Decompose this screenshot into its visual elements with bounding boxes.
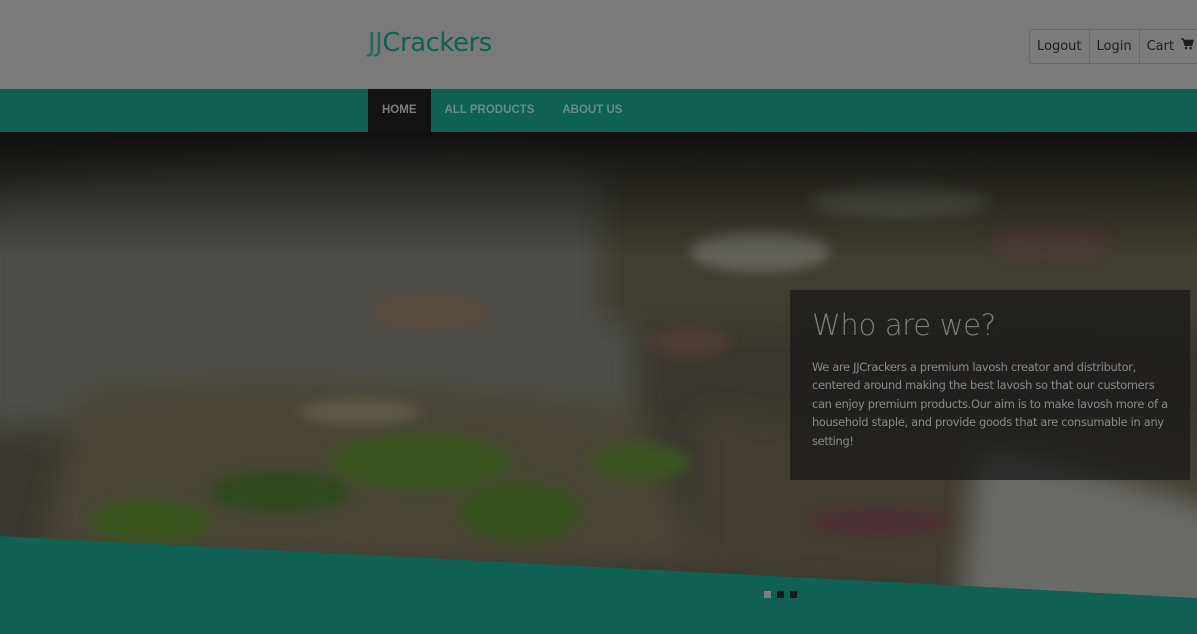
logo-prefix: JJ — [368, 28, 383, 58]
main-nav: HOME ALL PRODUCTS ABOUT US — [0, 89, 1197, 132]
carousel-dot[interactable] — [777, 591, 784, 598]
logo-name: Crackers — [382, 28, 492, 58]
nav-list: HOME ALL PRODUCTS ABOUT US — [368, 89, 636, 132]
carousel-dot[interactable] — [790, 591, 797, 598]
hero-carousel: Who are we? We are JJCrackers a premium … — [0, 132, 1197, 634]
logout-button[interactable]: Logout — [1029, 29, 1090, 64]
carousel-indicators — [764, 591, 797, 598]
site-header: JJCrackers Logout Login Cart — [0, 0, 1197, 89]
logout-label: Logout — [1037, 39, 1082, 54]
nav-item-about-us[interactable]: ABOUT US — [548, 89, 636, 132]
nav-item-all-products[interactable]: ALL PRODUCTS — [431, 89, 549, 132]
login-label: Login — [1096, 39, 1132, 54]
who-are-we-text: We are JJCrackers a premium lavosh creat… — [812, 359, 1168, 448]
login-button[interactable]: Login — [1088, 29, 1140, 64]
site-logo[interactable]: JJCrackers — [368, 28, 492, 58]
shopping-cart-icon — [1181, 30, 1195, 63]
cart-label: Cart — [1146, 39, 1175, 54]
who-are-we-heading: Who are we? — [812, 308, 996, 342]
account-actions: Logout Login Cart — [1029, 29, 1197, 64]
carousel-dot[interactable] — [764, 591, 771, 598]
who-are-we-panel: Who are we? We are JJCrackers a premium … — [790, 290, 1190, 480]
cart-button[interactable]: Cart — [1138, 29, 1197, 64]
nav-item-home[interactable]: HOME — [368, 89, 431, 132]
